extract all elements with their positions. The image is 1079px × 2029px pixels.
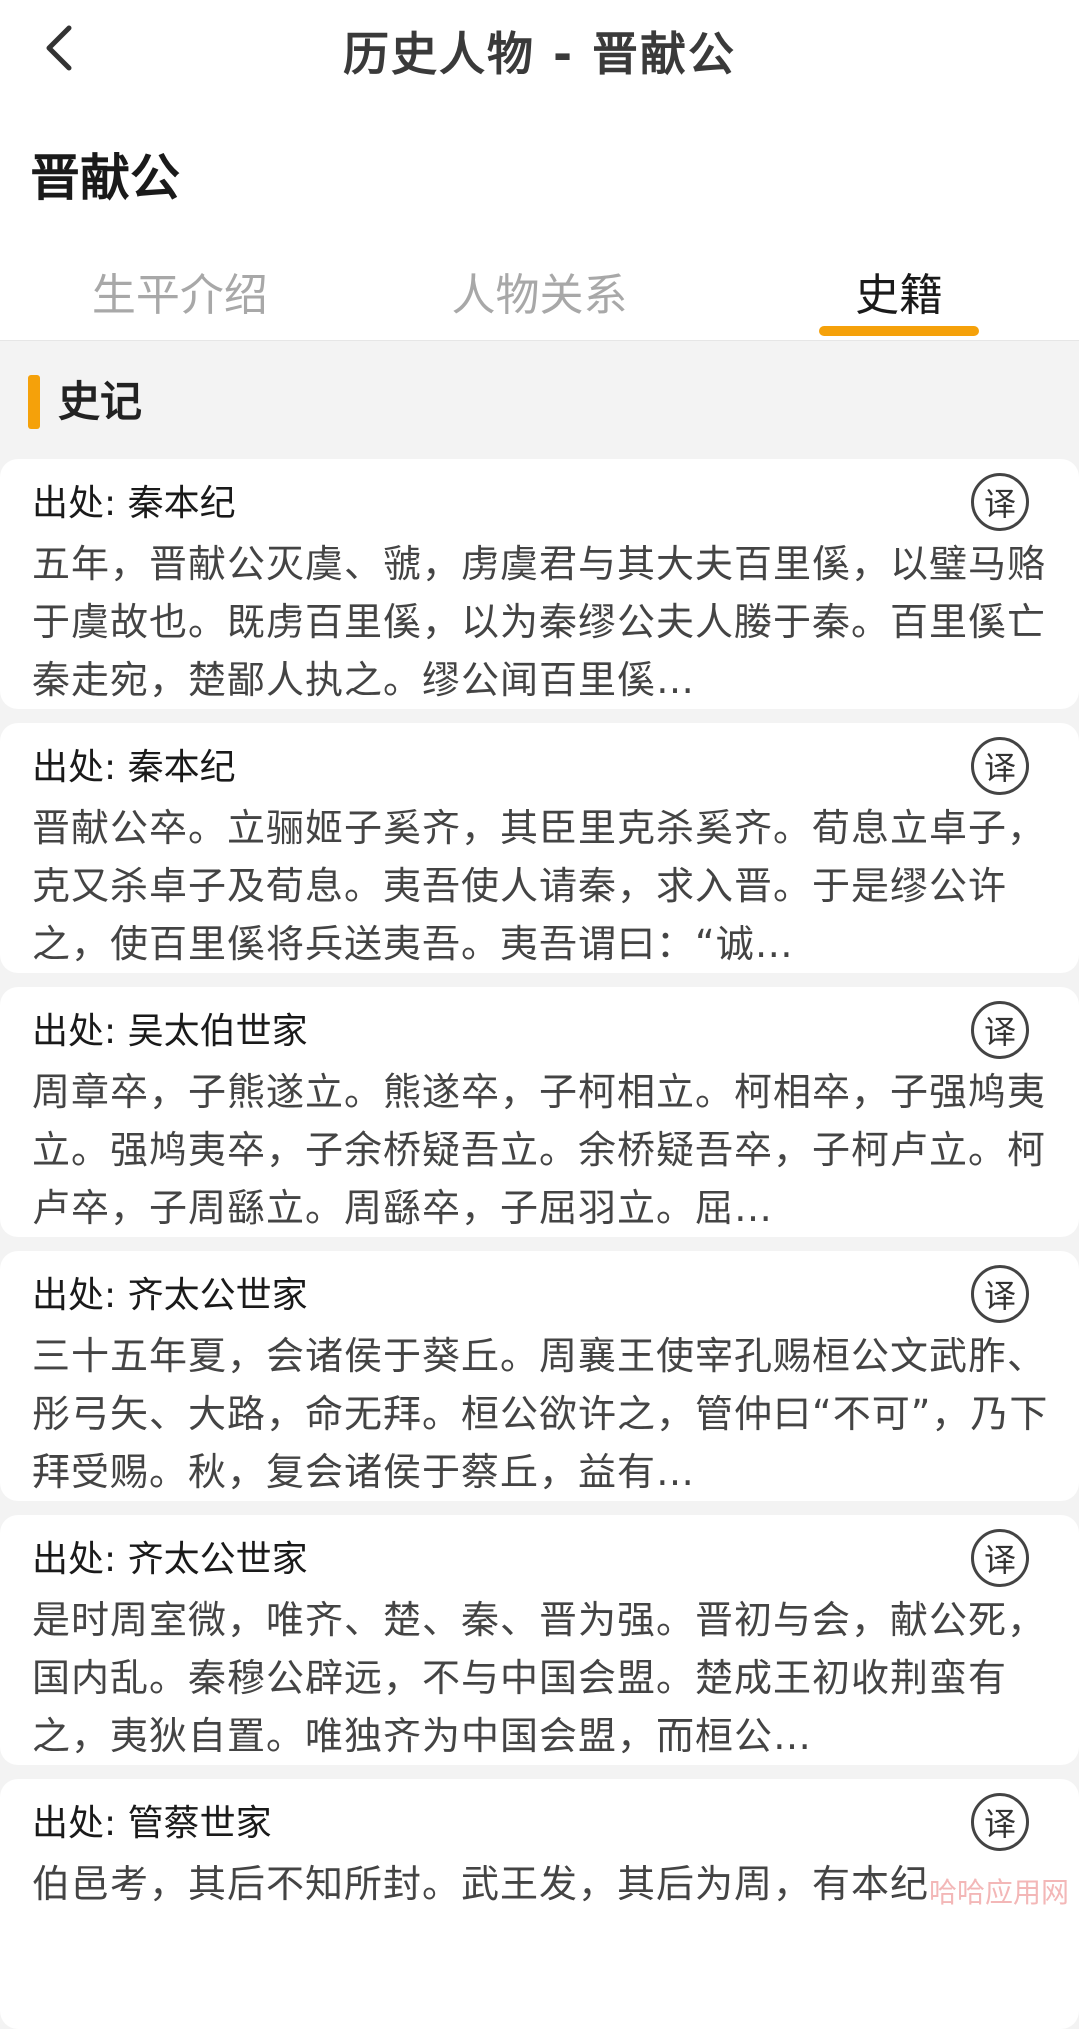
page-title: 历史人物 - 晋献公 — [342, 27, 737, 81]
record-excerpt: 是时周室微，唯齐、楚、秦、晋为强。晋初与会，献公死，国内乱。秦穆公辟远，不与中国… — [32, 1598, 1047, 1758]
record-card[interactable]: 出处: 秦本纪 译 五年，晋献公灭虞、虢，虏虞君与其大夫百里傒，以璧马赂于虞故也… — [0, 459, 1079, 709]
person-name: 晋献公 — [30, 149, 180, 207]
record-source: 出处: 管蔡世家 — [32, 1803, 272, 1844]
record-source: 出处: 吴太伯世家 — [32, 1011, 308, 1052]
record-source: 出处: 秦本纪 — [32, 747, 236, 788]
record-card[interactable]: 出处: 齐太公世家 译 是时周室微，唯齐、楚、秦、晋为强。晋初与会，献公死，国内… — [0, 1515, 1079, 1765]
record-card[interactable]: 出处: 吴太伯世家 译 周章卒，子熊遂立。熊遂卒，子柯相立。柯相卒，子强鸠夷立。… — [0, 987, 1079, 1237]
record-card[interactable]: 出处: 齐太公世家 译 三十五年夏，会诸侯于葵丘。周襄王使宰孔赐桓公文武胙、彤弓… — [0, 1251, 1079, 1501]
translate-button[interactable]: 译 — [971, 1529, 1029, 1587]
record-source: 出处: 齐太公世家 — [32, 1275, 308, 1316]
translate-button[interactable]: 译 — [971, 737, 1029, 795]
watermark: 哈哈应用网 — [928, 1876, 1069, 1909]
record-excerpt: 三十五年夏，会诸侯于葵丘。周襄王使宰孔赐桓公文武胙、彤弓矢、大路，命无拜。桓公欲… — [32, 1334, 1049, 1494]
translate-button[interactable]: 译 — [971, 1793, 1029, 1851]
section-header: 史记 — [0, 341, 1079, 459]
record-excerpt: 周章卒，子熊遂立。熊遂卒，子柯相立。柯相卒，子强鸠夷立。强鸠夷卒，子余桥疑吾立。… — [32, 1070, 1047, 1230]
translate-button[interactable]: 译 — [971, 1001, 1029, 1059]
tab-historical-records[interactable]: 史籍 — [719, 258, 1079, 340]
record-excerpt: 伯邑考，其后不知所封。武王发，其后为周，有本纪 — [32, 1862, 930, 1906]
section-accent-bar — [28, 375, 40, 429]
record-excerpt: 五年，晋献公灭虞、虢，虏虞君与其大夫百里傒，以璧马赂于虞故也。既虏百里傒，以为秦… — [32, 542, 1047, 702]
record-card[interactable]: 出处: 秦本纪 译 晋献公卒。立骊姬子奚齐，其臣里克杀奚齐。荀息立卓子，克又杀卓… — [0, 723, 1079, 973]
tab-bar: 生平介绍 人物关系 史籍 — [0, 258, 1079, 340]
translate-button[interactable]: 译 — [971, 1265, 1029, 1323]
record-card[interactable]: 出处: 管蔡世家 译 伯邑考，其后不知所封。武王发，其后为周，有本纪 — [0, 1779, 1079, 2029]
top-panel: 历史人物 - 晋献公 晋献公 生平介绍 人物关系 史籍 — [0, 0, 1079, 341]
nav-bar: 历史人物 - 晋献公 — [0, 0, 1079, 100]
translate-button[interactable]: 译 — [971, 473, 1029, 531]
record-source: 出处: 齐太公世家 — [32, 1539, 308, 1580]
tab-biography[interactable]: 生平介绍 — [0, 258, 360, 340]
record-source: 出处: 秦本纪 — [32, 483, 236, 524]
record-excerpt: 晋献公卒。立骊姬子奚齐，其臣里克杀奚齐。荀息立卓子，克又杀卓子及荀息。夷吾使人请… — [32, 806, 1047, 966]
tab-relations[interactable]: 人物关系 — [360, 258, 720, 340]
section-title: 史记 — [58, 377, 143, 426]
